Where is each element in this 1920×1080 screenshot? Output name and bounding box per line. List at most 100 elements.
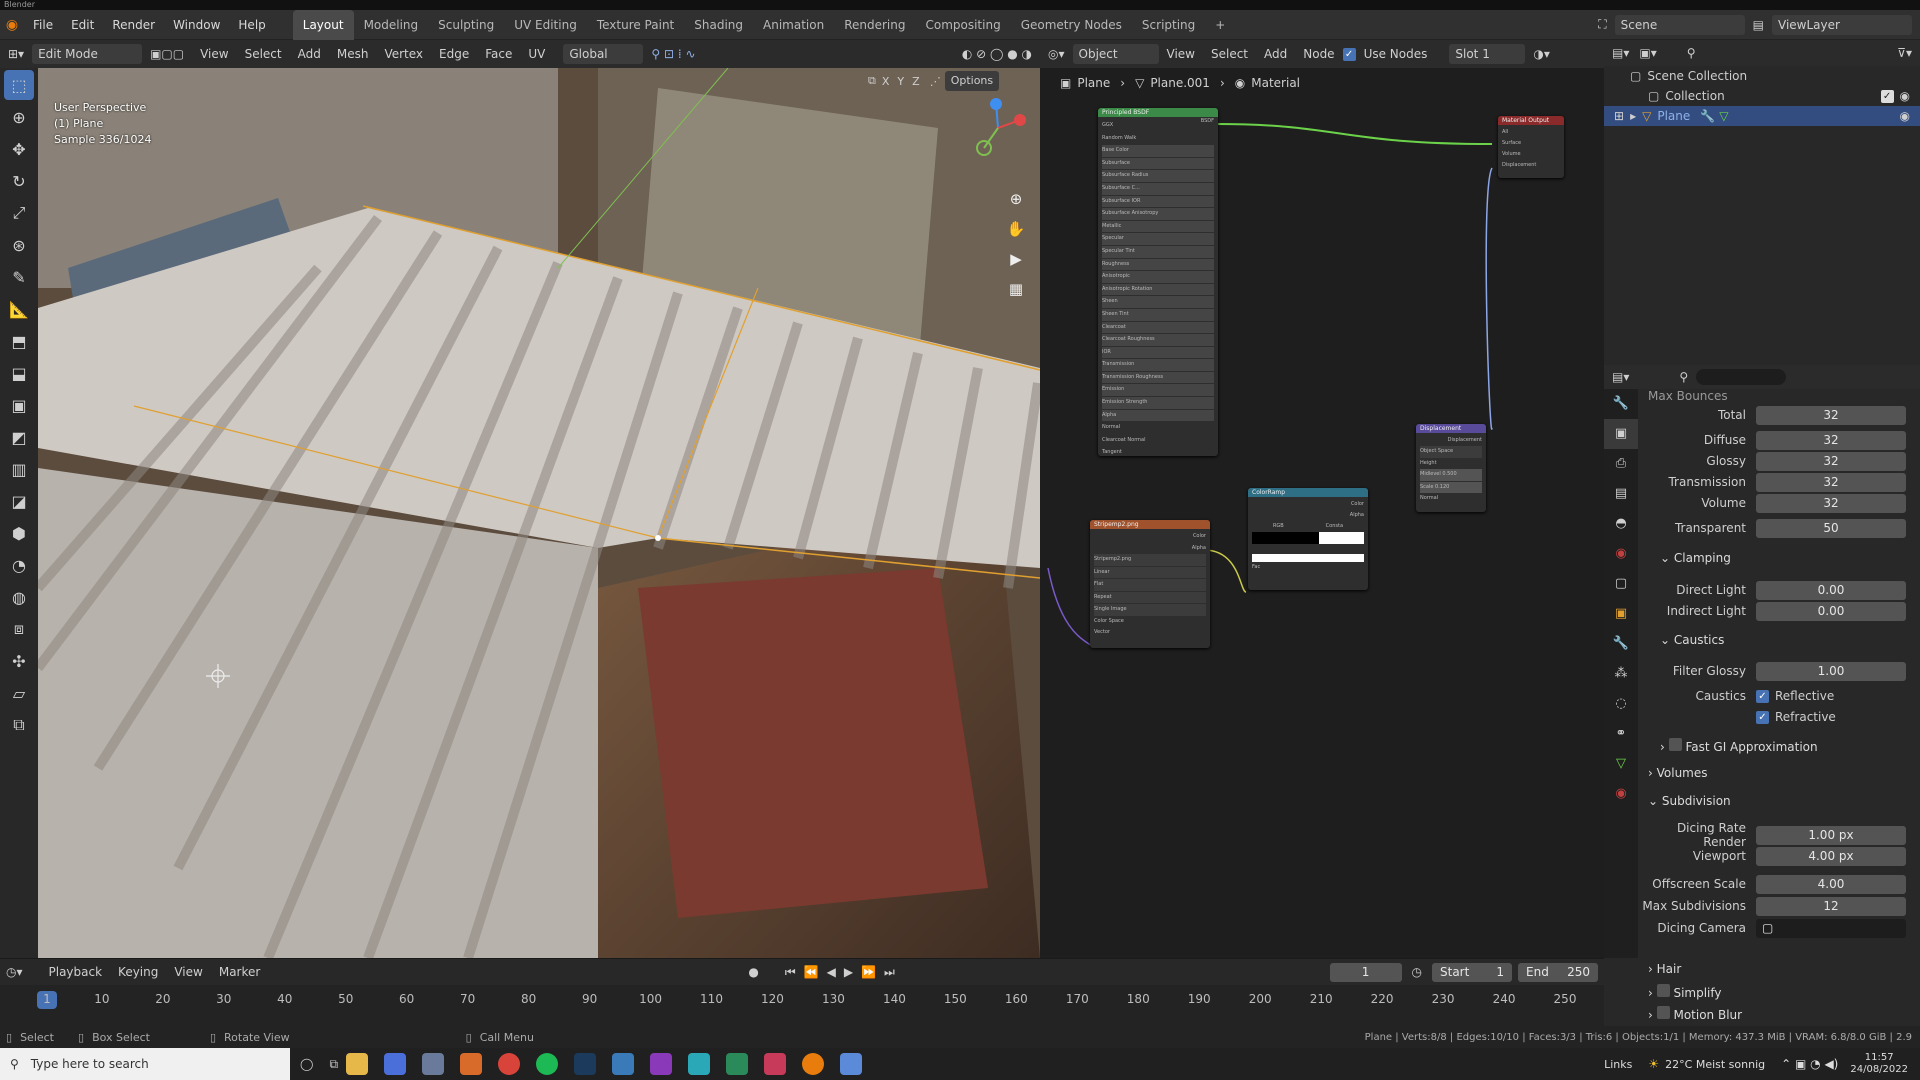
timeline-ruler[interactable]: 1 10 20 30 40 50 60 70 80 90 100 110 120 130 140 150 160… xyxy=(0,985,1604,1027)
fast-gi-panel[interactable]: › Fast GI Approximation xyxy=(1660,738,1818,754)
world-tab-icon[interactable]: ◉ xyxy=(1604,539,1638,569)
principled-input-row[interactable]: Specular xyxy=(1102,233,1214,245)
measure-tool-icon[interactable]: 📐 xyxy=(4,294,34,324)
viewport-shading-icons[interactable]: ◐ ⊘ ◯ ● ◑ xyxy=(954,44,1040,64)
view-layer-icon[interactable]: ▤ xyxy=(1753,18,1764,32)
tab-sculpting[interactable]: Sculpting xyxy=(428,10,504,40)
app-icon-6[interactable] xyxy=(840,1053,863,1075)
current-frame-field[interactable]: 1 xyxy=(1329,962,1402,982)
material-slot-dropdown[interactable]: Slot 1 xyxy=(1449,44,1526,64)
view-layer-selector[interactable]: ViewLayer xyxy=(1772,14,1912,35)
principled-bsdf-output[interactable]: BSDF xyxy=(1201,118,1214,124)
principled-input-row[interactable]: Alpha xyxy=(1102,409,1214,422)
mode-selector[interactable]: Edit Mode xyxy=(32,44,143,64)
tab-scripting[interactable]: Scripting xyxy=(1132,10,1205,40)
image-extension-dropdown[interactable]: Repeat xyxy=(1094,591,1206,603)
colorramp-fac-socket[interactable]: Fac xyxy=(1252,562,1364,573)
keyframe-next-icon[interactable]: ⏩ xyxy=(861,965,876,979)
principled-input-row[interactable]: Tangent xyxy=(1102,447,1214,459)
play-reverse-icon[interactable]: ◀ xyxy=(827,965,836,979)
max-subdivisions-field[interactable]: 12 xyxy=(1756,896,1906,916)
principled-input-row[interactable]: Emission Strength xyxy=(1102,397,1214,409)
displacement-height-socket[interactable]: Height xyxy=(1420,458,1482,469)
transparent-bounces-field[interactable]: 50 xyxy=(1756,518,1906,538)
tray-icons[interactable]: ⌃ ▣ ◔ ◀) xyxy=(1781,1057,1838,1071)
app-icon-5[interactable] xyxy=(688,1053,711,1075)
displacement-space-dropdown[interactable]: Object Space xyxy=(1420,446,1482,458)
file-explorer-icon[interactable] xyxy=(346,1053,369,1075)
outliner-type-icon[interactable]: ▤▾ xyxy=(1612,46,1629,60)
principled-input-row[interactable]: Roughness xyxy=(1102,258,1214,271)
principled-input-row[interactable]: Normal xyxy=(1102,422,1214,434)
blender-icon[interactable] xyxy=(802,1053,825,1075)
image-file-field[interactable]: Stripemp2.png xyxy=(1094,554,1206,566)
menu-render[interactable]: Render xyxy=(103,10,164,40)
modifier-tab-icon[interactable]: 🔧 xyxy=(1604,629,1638,659)
material-output-node[interactable]: Material Output All Surface Volume Displ… xyxy=(1498,116,1564,178)
colorramp-alpha-socket[interactable]: Alpha xyxy=(1252,510,1364,521)
extrude-tool-icon[interactable]: ⬓ xyxy=(4,358,34,388)
filter-glossy-field[interactable]: 1.00 xyxy=(1756,661,1906,681)
inset-tool-icon[interactable]: ▣ xyxy=(4,390,34,420)
output-target[interactable]: All xyxy=(1502,127,1560,138)
end-frame-field[interactable]: End 250 xyxy=(1518,962,1598,982)
cortana-icon[interactable]: ◯ xyxy=(300,1057,313,1071)
snap-icon[interactable]: ⚲ ⊡ ⁞ ∿ xyxy=(643,44,703,64)
outliner-search-icon[interactable]: ⚲ xyxy=(1687,46,1696,60)
tab-rendering[interactable]: Rendering xyxy=(834,10,915,40)
taskbar-search[interactable]: ⚲ Type here to search xyxy=(0,1048,290,1080)
colorramp-interp[interactable]: Consta xyxy=(1326,521,1343,532)
principled-input-row[interactable]: Random Walk xyxy=(1102,133,1214,145)
scene-icon[interactable]: ⛶ xyxy=(1598,17,1606,32)
loop-cut-tool-icon[interactable]: ▥ xyxy=(4,454,34,484)
taskbar-links[interactable]: Links xyxy=(1604,1058,1632,1071)
hair-panel[interactable]: › Hair xyxy=(1648,962,1681,976)
principled-input-row[interactable]: Sheen xyxy=(1102,296,1214,308)
add-cube-tool-icon[interactable]: ⬒ xyxy=(4,326,34,356)
zoom-icon[interactable]: ⊕ xyxy=(1004,184,1028,214)
subdivision-panel-header[interactable]: ⌄ Subdivision xyxy=(1648,794,1731,808)
app-icon-4[interactable] xyxy=(650,1053,673,1075)
photoshop-icon[interactable] xyxy=(574,1053,597,1075)
calculator-icon[interactable] xyxy=(422,1053,445,1075)
ortho-grid-icon[interactable]: ▦ xyxy=(1004,274,1028,304)
total-bounces-field[interactable]: 32 xyxy=(1756,405,1906,425)
camera-view-icon[interactable]: ▶ xyxy=(1004,244,1028,274)
app-icon-2[interactable] xyxy=(460,1053,483,1075)
menu-help[interactable]: Help xyxy=(229,10,274,40)
simplify-checkbox[interactable] xyxy=(1656,984,1670,997)
properties-search-input[interactable] xyxy=(1696,369,1787,385)
principled-input-row[interactable]: Clearcoat Normal xyxy=(1102,435,1214,447)
task-view-icon[interactable]: ⧉ xyxy=(329,1057,338,1072)
navigation-gizmo[interactable] xyxy=(968,98,1028,158)
principled-input-row[interactable]: Transmission xyxy=(1102,359,1214,371)
smooth-tool-icon[interactable]: ◍ xyxy=(4,582,34,612)
principled-input-row[interactable]: GGX xyxy=(1102,120,1214,132)
vp-menu-select[interactable]: Select xyxy=(237,44,290,64)
chrome-icon[interactable] xyxy=(498,1053,521,1075)
output-volume-socket[interactable]: Volume xyxy=(1502,149,1560,160)
mirror-icon[interactable]: ⧉ xyxy=(868,74,876,88)
tab-layout[interactable]: Layout xyxy=(292,9,354,40)
shader-node-editor[interactable]: ▣ Plane › ▽ Plane.001 › ◉ Material Princ… xyxy=(1040,68,1604,958)
select-box-tool-icon[interactable]: ⬚ xyxy=(4,70,34,100)
node-menu-node[interactable]: Node xyxy=(1295,44,1342,64)
image-vector-socket[interactable]: Vector xyxy=(1094,627,1206,639)
colorramp-mode[interactable]: RGB xyxy=(1273,521,1284,532)
transform-orientation-dropdown[interactable]: Global xyxy=(563,44,644,64)
vp-menu-mesh[interactable]: Mesh xyxy=(329,44,377,64)
image-projection-dropdown[interactable]: Flat xyxy=(1094,579,1206,591)
bevel-tool-icon[interactable]: ◩ xyxy=(4,422,34,452)
3d-viewport[interactable]: User Perspective (1) Plane Sample 336/10… xyxy=(38,68,1040,958)
principled-input-row[interactable]: Sheen Tint xyxy=(1102,308,1214,321)
substance-painter-icon[interactable] xyxy=(764,1053,787,1075)
refractive-checkbox[interactable]: ✓ xyxy=(1756,710,1769,724)
volume-bounces-field[interactable]: 32 xyxy=(1756,493,1906,513)
select-mode-icons[interactable]: ▣▢▢ xyxy=(142,44,192,64)
node-editor-type-icon[interactable]: ◎▾ xyxy=(1040,44,1073,64)
material-sphere-icon[interactable]: ◑▾ xyxy=(1525,44,1558,64)
displacement-out-socket[interactable]: Displacement xyxy=(1420,435,1482,446)
timeline-menu-playback[interactable]: Playback xyxy=(41,962,111,982)
reflective-checkbox[interactable]: ✓ xyxy=(1756,689,1769,703)
menu-file[interactable]: File xyxy=(24,10,62,40)
